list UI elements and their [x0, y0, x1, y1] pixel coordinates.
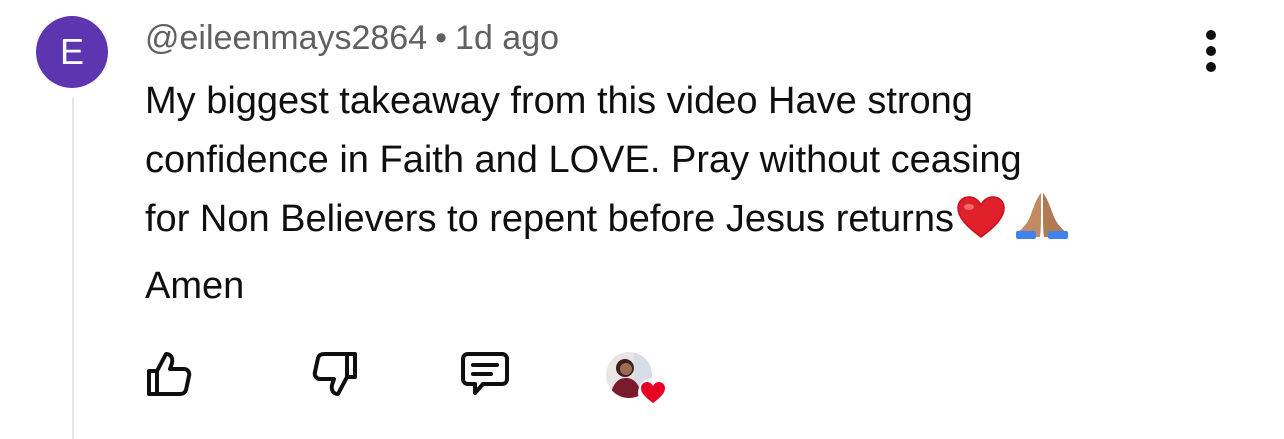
- comment-line: for Non Believers to repent before Jesus…: [145, 190, 1205, 257]
- comment-line: confidence in Faith and LOVE. Pray witho…: [145, 139, 1022, 181]
- more-options-icon[interactable]: [1196, 30, 1226, 72]
- dislike-button[interactable]: [308, 348, 364, 404]
- thumbs-down-icon: [310, 348, 362, 405]
- comment-line: My biggest takeaway from this video Have…: [145, 80, 973, 122]
- praying-hands-emoji: [1014, 191, 1070, 257]
- avatar[interactable]: E: [36, 16, 108, 88]
- reply-icon: [458, 347, 512, 406]
- avatar-letter: E: [59, 31, 84, 72]
- timestamp[interactable]: 1d ago: [455, 19, 559, 57]
- comment-meta: @eileenmays2864 • 1d ago: [145, 18, 559, 58]
- comment-line: Amen: [145, 265, 245, 307]
- creator-heart-icon: [638, 378, 668, 408]
- thread-line: [72, 98, 74, 439]
- like-button[interactable]: [140, 348, 196, 404]
- heart-emoji: [956, 195, 1006, 257]
- author-handle[interactable]: @eileenmays2864: [145, 19, 427, 57]
- comment-text: My biggest takeaway from this video Have…: [145, 72, 1205, 316]
- reply-button[interactable]: [457, 348, 513, 404]
- creator-heart-badge[interactable]: [606, 352, 668, 408]
- meta-separator: •: [435, 19, 448, 57]
- thumbs-up-icon: [142, 348, 194, 405]
